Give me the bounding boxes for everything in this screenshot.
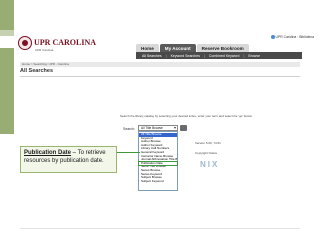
vendor-watermark: NIX xyxy=(200,160,220,169)
subnav-browse[interactable]: Browse xyxy=(248,54,260,58)
subnav-separator: | xyxy=(165,53,167,58)
go-button[interactable] xyxy=(180,125,187,131)
callout-title: Publication Date xyxy=(24,150,72,156)
subnav-all-searches[interactable]: All Searches xyxy=(142,54,162,58)
subnav-separator: | xyxy=(203,53,205,58)
decorative-bar-side xyxy=(0,48,14,134)
subnav-separator: | xyxy=(243,53,245,58)
login-info-text[interactable]: UPR Carolina · Biblioteca xyxy=(276,35,314,39)
search-subnav: All Searches | Keyword Searches | Combin… xyxy=(136,52,302,59)
login-info: UPR Carolina · Biblioteca xyxy=(270,35,314,39)
callout-annotation: Publication Date – To retrieve resources… xyxy=(20,146,117,173)
search-instructions: Search the library catalog by selecting … xyxy=(120,114,253,118)
divider xyxy=(20,76,300,77)
page-title: All Searches xyxy=(20,68,54,74)
decorative-bar-top xyxy=(0,0,14,30)
user-icon xyxy=(270,35,275,39)
footer-divider xyxy=(20,228,300,229)
logo-name[interactable]: UPR CAROLINA xyxy=(34,38,96,47)
breadcrumb: Home > Searching: UPR - Carolina xyxy=(20,62,300,67)
search-index-dropdown[interactable]: All Title Browse Keyword Author Browse A… xyxy=(138,131,178,191)
subnav-combined-keyword[interactable]: Combined Keyword xyxy=(209,54,240,58)
version-text: Version 5.00, 74.51 xyxy=(195,141,221,145)
decorative-bar-mid xyxy=(0,30,14,36)
subnav-keyword-searches[interactable]: Keyword Searches xyxy=(171,54,200,58)
university-seal-icon xyxy=(18,36,32,50)
callout-connector xyxy=(117,152,140,153)
copyright-link[interactable]: Copyright Notice xyxy=(195,151,217,155)
search-label: Search: xyxy=(123,127,136,131)
logo-subtitle: UPR Carolina xyxy=(35,48,54,52)
dropdown-option[interactable]: Subject Keyword xyxy=(139,180,177,184)
site-header: UPR CAROLINA UPR Carolina UPR Carolina ·… xyxy=(14,0,320,80)
